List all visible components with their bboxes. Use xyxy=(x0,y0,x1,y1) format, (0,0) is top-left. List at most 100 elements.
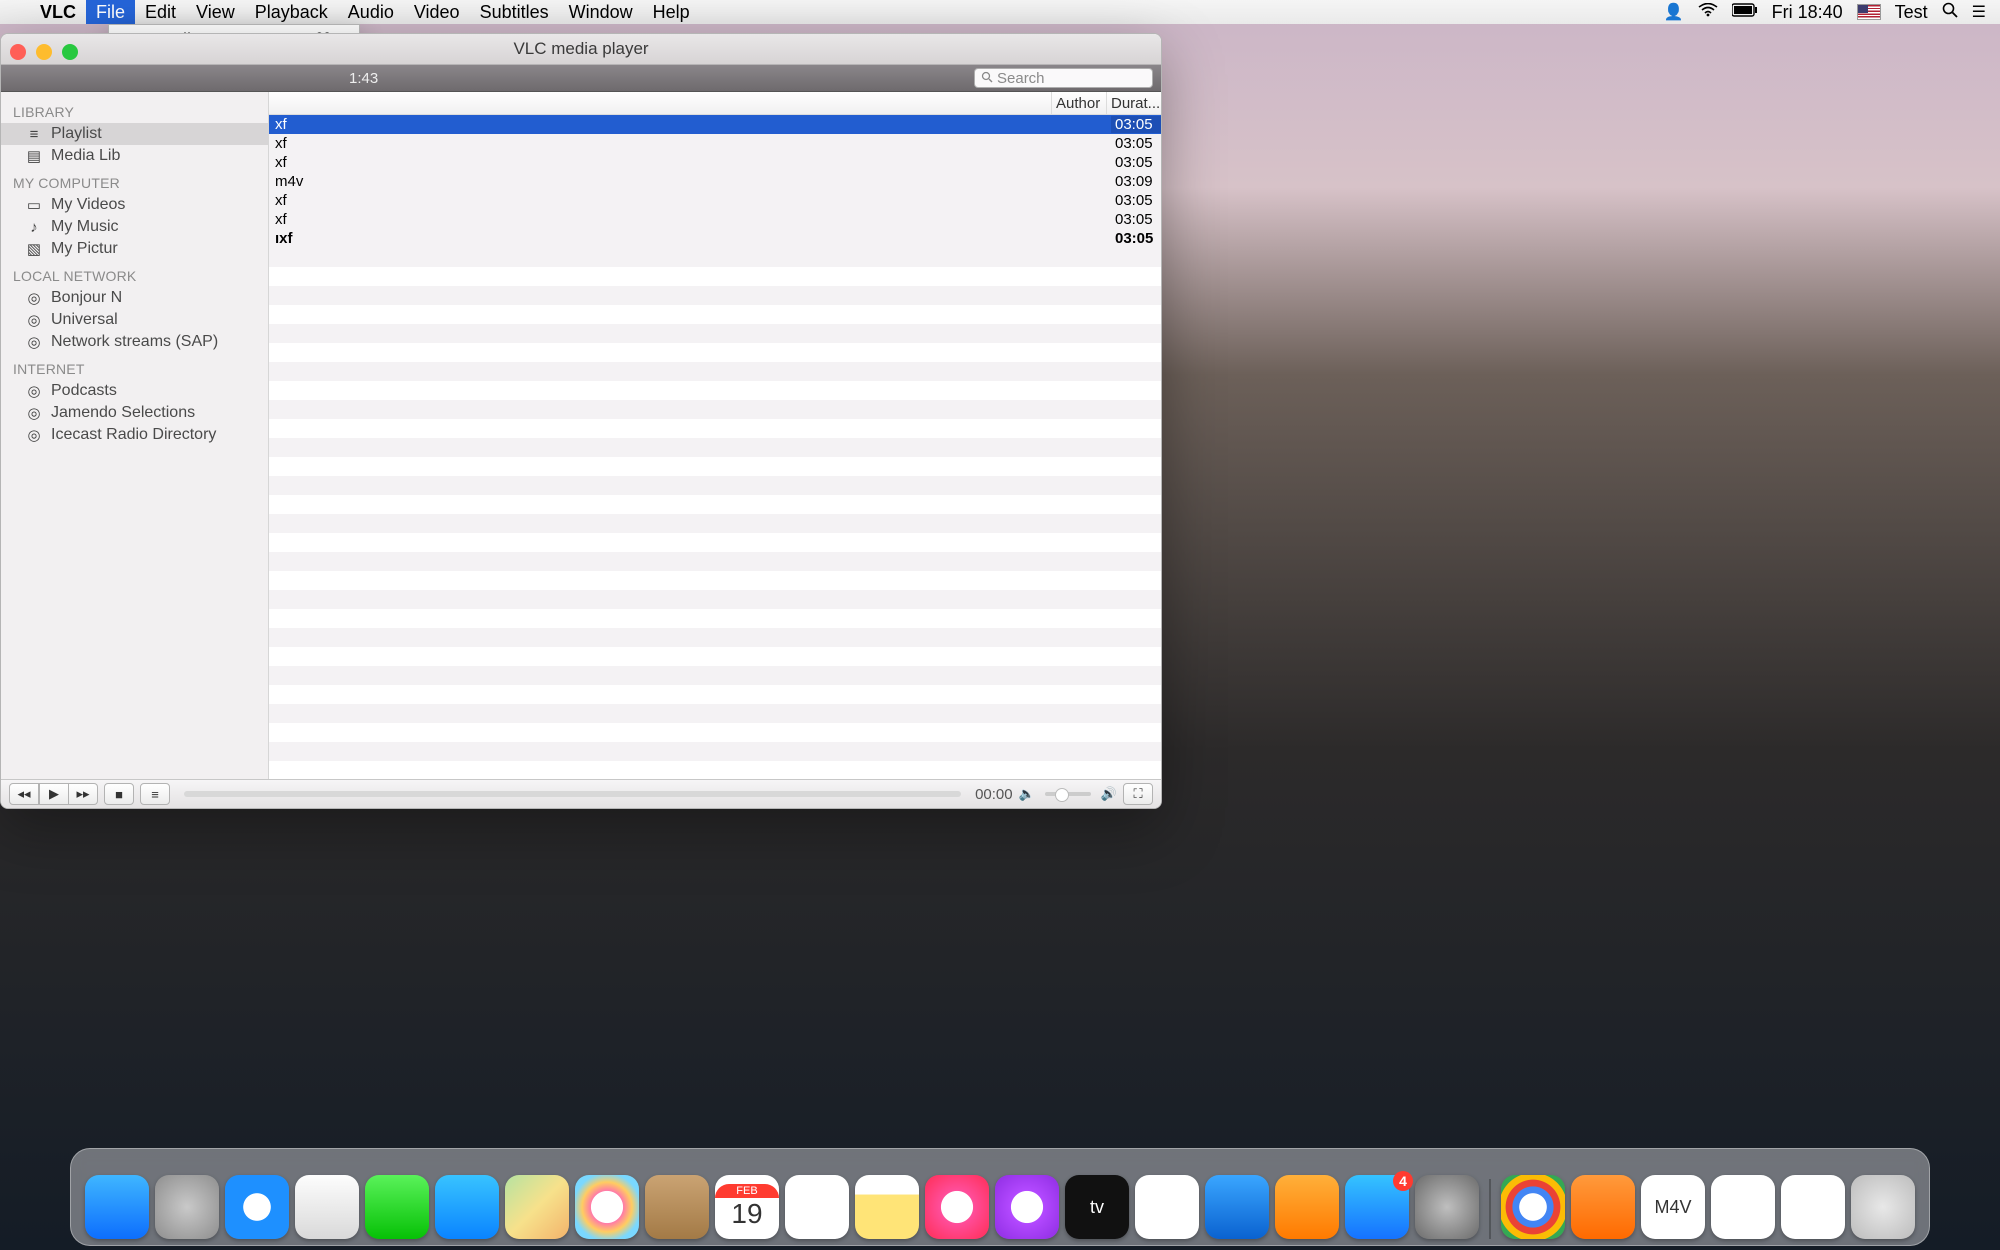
prev-button[interactable]: ◂◂ xyxy=(9,783,39,805)
sidebar-header: INTERNET xyxy=(1,353,268,380)
dock-app-launchpad[interactable] xyxy=(155,1175,219,1239)
input-source-flag-icon[interactable] xyxy=(1857,4,1881,20)
seek-slider[interactable] xyxy=(184,791,961,797)
dock-app-textedit-doc[interactable] xyxy=(1711,1175,1775,1239)
playlist-row[interactable]: xf03:05 xyxy=(269,115,1161,134)
menubar-clock[interactable]: Fri 18:40 xyxy=(1772,2,1843,23)
close-window-button[interactable] xyxy=(10,44,26,60)
sidebar-item-my-music[interactable]: ♪My Music xyxy=(1,216,268,238)
window-title: VLC media player xyxy=(513,39,648,59)
sidebar: LIBRARY≡Playlist▤Media LibMY COMPUTER▭My… xyxy=(1,92,269,779)
sidebar-item-jamendo-selections[interactable]: ◎Jamendo Selections xyxy=(1,402,268,424)
playlist-row[interactable]: xf03:05 xyxy=(269,153,1161,172)
sidebar-item-playlist[interactable]: ≡Playlist xyxy=(1,123,268,145)
dock-app-trash[interactable] xyxy=(1851,1175,1915,1239)
menu-playback[interactable]: Playback xyxy=(245,0,338,24)
sidebar-item-universal[interactable]: ◎Universal xyxy=(1,309,268,331)
sidebar-item-label: Network streams (SAP) xyxy=(51,333,218,351)
playlist-toggle-button[interactable]: ≡ xyxy=(140,783,170,805)
sidebar-item-network-streams-sap[interactable]: ◎Network streams (SAP) xyxy=(1,331,268,353)
fast-user-switch-icon[interactable]: 👤 xyxy=(1664,2,1684,22)
time-display: 00:00 xyxy=(975,786,1013,803)
dock-app-settings[interactable] xyxy=(1415,1175,1479,1239)
playlist-row[interactable]: ıxf03:05 xyxy=(269,229,1161,248)
sidebar-item-icon: ◎ xyxy=(25,426,43,444)
dock-app-calendar[interactable]: FEB19 xyxy=(715,1175,779,1239)
playlist-row[interactable]: xf03:05 xyxy=(269,191,1161,210)
menu-file[interactable]: File xyxy=(86,0,135,24)
dock-app-vlc[interactable] xyxy=(1571,1175,1635,1239)
sidebar-header: MY COMPUTER xyxy=(1,167,268,194)
dock-app-sharing[interactable] xyxy=(435,1175,499,1239)
mute-icon[interactable]: 🔈 xyxy=(1019,786,1035,802)
next-button[interactable]: ▸▸ xyxy=(69,783,98,805)
sidebar-item-icon: ▧ xyxy=(25,240,43,258)
sidebar-item-icon: ♪ xyxy=(25,219,43,236)
playlist-rows[interactable]: xf03:05xf03:05xf03:05m4v03:09xf03:05xf03… xyxy=(269,115,1161,779)
dock-app-appstore[interactable]: 4 xyxy=(1345,1175,1409,1239)
dock-app-keynote[interactable] xyxy=(1205,1175,1269,1239)
dock-app-contacts[interactable] xyxy=(645,1175,709,1239)
battery-icon[interactable] xyxy=(1732,3,1758,22)
dock-badge: 4 xyxy=(1393,1171,1413,1191)
zoom-window-button[interactable] xyxy=(62,44,78,60)
menu-audio[interactable]: Audio xyxy=(338,0,404,24)
sidebar-item-icon: ◎ xyxy=(25,404,43,422)
menubar: VLC File Edit View Playback Audio Video … xyxy=(0,0,2000,24)
dock-app-chrome[interactable] xyxy=(1501,1175,1565,1239)
play-button[interactable]: ▶ xyxy=(39,783,69,805)
volume-slider[interactable] xyxy=(1045,792,1091,796)
dock-app-tv[interactable]: tv xyxy=(1065,1175,1129,1239)
menu-edit[interactable]: Edit xyxy=(135,0,186,24)
dock-app-clipboard[interactable] xyxy=(1781,1175,1845,1239)
dock-app-pages[interactable] xyxy=(1275,1175,1339,1239)
playlist-row[interactable]: xf03:05 xyxy=(269,134,1161,153)
menu-video[interactable]: Video xyxy=(404,0,470,24)
dock-app-safari[interactable] xyxy=(225,1175,289,1239)
sidebar-item-my-videos[interactable]: ▭My Videos xyxy=(1,194,268,216)
dock-app-photos[interactable] xyxy=(575,1175,639,1239)
menu-window[interactable]: Window xyxy=(559,0,643,24)
spotlight-icon[interactable] xyxy=(1942,2,1958,23)
dock-app-m4v-file[interactable]: M4V xyxy=(1641,1175,1705,1239)
app-menu[interactable]: VLC xyxy=(30,0,86,24)
dock-app-mail[interactable] xyxy=(295,1175,359,1239)
menu-subtitles[interactable]: Subtitles xyxy=(470,0,559,24)
window-titlebar[interactable]: VLC media player xyxy=(1,34,1161,65)
fullscreen-button[interactable]: ⛶ xyxy=(1123,783,1153,805)
row-duration: 03:05 xyxy=(1111,230,1161,247)
column-headers[interactable]: Author Durat... xyxy=(269,92,1161,115)
stop-button[interactable]: ■ xyxy=(104,783,134,805)
notification-center-icon[interactable]: ☰ xyxy=(1972,2,1986,22)
playlist-row[interactable]: xf03:05 xyxy=(269,210,1161,229)
dock-app-music[interactable] xyxy=(925,1175,989,1239)
search-field[interactable]: Search xyxy=(974,68,1153,88)
volume-max-icon[interactable]: 🔊 xyxy=(1101,786,1117,802)
wifi-icon[interactable] xyxy=(1698,3,1718,22)
dock-app-maps[interactable] xyxy=(505,1175,569,1239)
col-duration[interactable]: Durat... xyxy=(1106,92,1161,114)
dock-app-finder[interactable] xyxy=(85,1175,149,1239)
col-author[interactable]: Author xyxy=(1051,92,1106,114)
sidebar-item-media-lib[interactable]: ▤Media Lib xyxy=(1,145,268,167)
sidebar-item-icecast-radio-directory[interactable]: ◎Icecast Radio Directory xyxy=(1,424,268,446)
sidebar-item-my-pictur[interactable]: ▧My Pictur xyxy=(1,238,268,260)
sidebar-item-icon: ◎ xyxy=(25,289,43,307)
menubar-user[interactable]: Test xyxy=(1895,2,1928,23)
sidebar-item-bonjour-n[interactable]: ◎Bonjour N xyxy=(1,287,268,309)
sidebar-item-label: Media Lib xyxy=(51,147,120,165)
menu-help[interactable]: Help xyxy=(643,0,700,24)
dock-app-numbers[interactable] xyxy=(1135,1175,1199,1239)
col-name[interactable] xyxy=(269,92,1051,114)
dock-app-messages[interactable] xyxy=(365,1175,429,1239)
dock-app-podcasts[interactable] xyxy=(995,1175,1059,1239)
sidebar-item-label: My Videos xyxy=(51,196,125,214)
row-duration: 03:05 xyxy=(1111,116,1161,133)
search-placeholder: Search xyxy=(997,70,1045,87)
minimize-window-button[interactable] xyxy=(36,44,52,60)
playlist-row[interactable]: m4v03:09 xyxy=(269,172,1161,191)
sidebar-item-podcasts[interactable]: ◎Podcasts xyxy=(1,380,268,402)
dock-app-notes[interactable] xyxy=(855,1175,919,1239)
menu-view[interactable]: View xyxy=(186,0,245,24)
dock-app-reminders[interactable] xyxy=(785,1175,849,1239)
